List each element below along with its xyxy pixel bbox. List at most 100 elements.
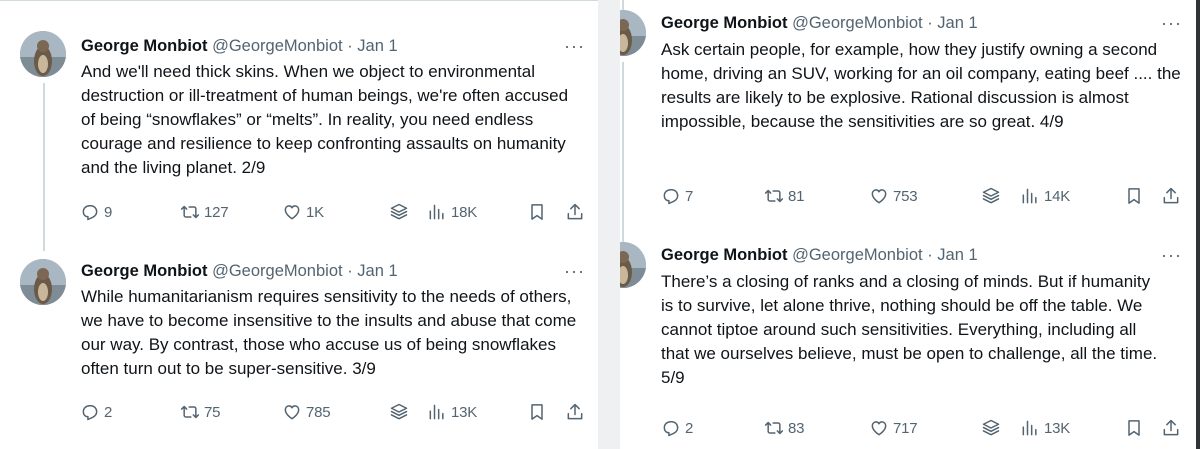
- grok-icon: [981, 186, 1001, 206]
- more-options-icon[interactable]: ···: [1161, 246, 1182, 264]
- repost-button[interactable]: 81: [764, 184, 805, 208]
- like-count: 785: [306, 403, 331, 421]
- reply-count: 2: [685, 419, 694, 437]
- share-button[interactable]: [1161, 184, 1181, 208]
- share-button[interactable]: [565, 400, 585, 424]
- grok-icon: [981, 418, 1001, 438]
- avatar[interactable]: [20, 259, 66, 305]
- tweet-2-of-9[interactable]: George Monbiot @GeorgeMonbiot · Jan 1 ··…: [0, 1, 598, 239]
- author-name[interactable]: George Monbiot: [661, 14, 788, 32]
- author-handle[interactable]: @GeorgeMonbiot: [212, 37, 343, 55]
- grok-icon: [389, 402, 409, 422]
- tweet-date[interactable]: Jan 1: [937, 14, 977, 32]
- repost-count: 127: [204, 203, 229, 221]
- repost-count: 83: [788, 419, 805, 437]
- like-button[interactable]: 753: [869, 184, 918, 208]
- author-name[interactable]: George Monbiot: [81, 37, 208, 55]
- tweet-date[interactable]: Jan 1: [357, 37, 397, 55]
- bookmark-button[interactable]: [527, 400, 547, 424]
- tweet-header: George Monbiot @GeorgeMonbiot · Jan 1: [661, 244, 978, 266]
- share-button[interactable]: [565, 200, 585, 224]
- tweet-text: While humanitarianism requires sensitivi…: [81, 287, 577, 378]
- share-button[interactable]: [1161, 416, 1181, 440]
- tweet-5-of-9[interactable]: George Monbiot @GeorgeMonbiot · Jan 1 ··…: [620, 232, 1200, 449]
- grok-button[interactable]: [389, 400, 409, 424]
- author-name[interactable]: George Monbiot: [81, 262, 208, 280]
- repost-count: 75: [204, 403, 221, 421]
- avatar[interactable]: [620, 10, 646, 56]
- author-handle[interactable]: @GeorgeMonbiot: [212, 262, 343, 280]
- reply-count: 7: [685, 187, 694, 205]
- reply-button[interactable]: 2: [661, 416, 693, 440]
- reply-count: 9: [104, 203, 113, 221]
- like-icon: [869, 418, 889, 438]
- share-icon: [1161, 418, 1181, 438]
- repost-button[interactable]: 127: [180, 200, 229, 224]
- more-options-icon[interactable]: ···: [564, 37, 585, 55]
- repost-icon: [180, 202, 200, 222]
- tweet-header: George Monbiot @GeorgeMonbiot · Jan 1: [81, 35, 398, 57]
- reply-button[interactable]: 7: [661, 184, 693, 208]
- separator-dot: ·: [347, 262, 353, 280]
- reply-button[interactable]: 2: [80, 400, 112, 424]
- reply-icon: [80, 202, 100, 222]
- like-count: 753: [893, 187, 918, 205]
- views-button[interactable]: 13K: [427, 400, 477, 424]
- views-count: 14K: [1044, 187, 1071, 205]
- repost-button[interactable]: 75: [180, 400, 221, 424]
- tweet-date[interactable]: Jan 1: [937, 246, 977, 264]
- bookmark-icon: [1124, 186, 1144, 206]
- share-icon: [565, 202, 585, 222]
- views-icon: [427, 402, 447, 422]
- reply-count: 2: [104, 403, 113, 421]
- grok-icon: [389, 202, 409, 222]
- views-icon: [427, 202, 447, 222]
- grok-button[interactable]: [981, 184, 1001, 208]
- bookmark-icon: [1124, 418, 1144, 438]
- right-thread-panel: George Monbiot @GeorgeMonbiot · Jan 1 ··…: [620, 0, 1200, 449]
- tweet-text: Ask certain people, for example, how the…: [661, 40, 1181, 131]
- like-count: 717: [893, 419, 918, 437]
- author-handle[interactable]: @GeorgeMonbiot: [792, 246, 923, 264]
- author-handle[interactable]: @GeorgeMonbiot: [792, 14, 923, 32]
- reply-icon: [80, 402, 100, 422]
- tweet-3-of-9[interactable]: George Monbiot @GeorgeMonbiot · Jan 1 ··…: [0, 239, 598, 449]
- bookmark-button[interactable]: [527, 200, 547, 224]
- repost-icon: [180, 402, 200, 422]
- tweet-date[interactable]: Jan 1: [357, 262, 397, 280]
- views-button[interactable]: 18K: [427, 200, 477, 224]
- reply-icon: [661, 418, 681, 438]
- like-button[interactable]: 717: [869, 416, 918, 440]
- separator-dot: ·: [927, 246, 933, 264]
- like-button[interactable]: 785: [282, 400, 331, 424]
- reply-icon: [661, 186, 681, 206]
- author-name[interactable]: George Monbiot: [661, 246, 788, 264]
- views-button[interactable]: 13K: [1020, 416, 1070, 440]
- bookmark-button[interactable]: [1124, 184, 1144, 208]
- like-icon: [869, 186, 889, 206]
- avatar[interactable]: [620, 242, 646, 288]
- tweet-4-of-9[interactable]: George Monbiot @GeorgeMonbiot · Jan 1 ··…: [620, 0, 1200, 232]
- grok-button[interactable]: [389, 200, 409, 224]
- tweet-header: George Monbiot @GeorgeMonbiot · Jan 1: [661, 12, 978, 34]
- share-icon: [565, 402, 585, 422]
- like-icon: [282, 402, 302, 422]
- more-options-icon[interactable]: ···: [1161, 14, 1182, 32]
- views-icon: [1020, 418, 1040, 438]
- separator-dot: ·: [347, 37, 353, 55]
- screenshot-divider: [598, 0, 620, 449]
- views-icon: [1020, 186, 1040, 206]
- more-options-icon[interactable]: ···: [564, 262, 585, 280]
- views-count: 13K: [1044, 419, 1071, 437]
- views-count: 13K: [451, 403, 478, 421]
- bookmark-icon: [527, 402, 547, 422]
- like-button[interactable]: 1K: [282, 200, 324, 224]
- reply-button[interactable]: 9: [80, 200, 112, 224]
- grok-button[interactable]: [981, 416, 1001, 440]
- repost-icon: [764, 186, 784, 206]
- avatar[interactable]: [20, 31, 66, 77]
- views-count: 18K: [451, 203, 478, 221]
- views-button[interactable]: 14K: [1020, 184, 1070, 208]
- repost-button[interactable]: 83: [764, 416, 805, 440]
- bookmark-button[interactable]: [1124, 416, 1144, 440]
